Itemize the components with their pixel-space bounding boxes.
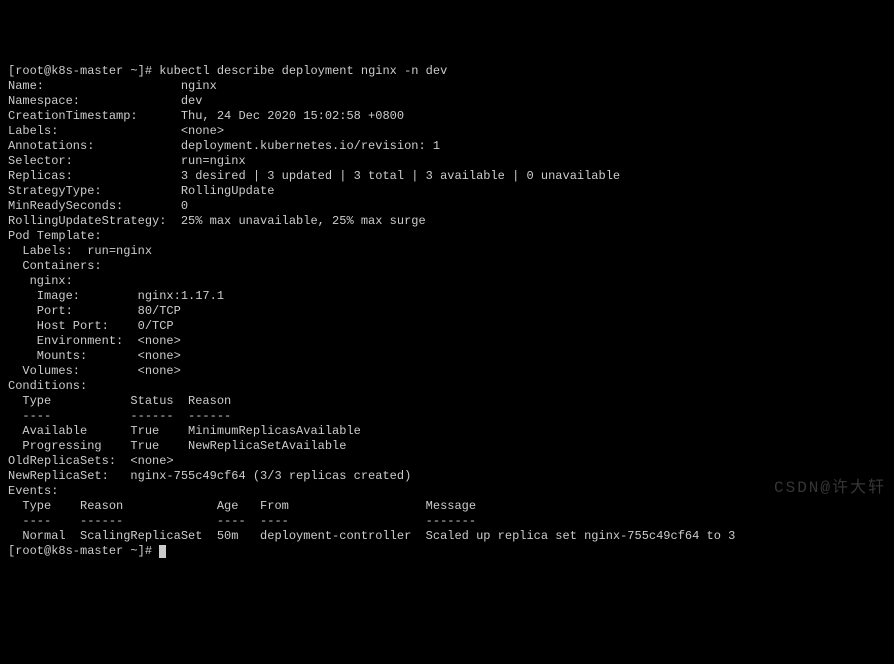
conditions-header: Conditions: <box>8 379 87 393</box>
field-value: <none> <box>138 334 181 348</box>
field-value: 0/TCP <box>138 319 174 333</box>
field-name: Labels: <box>8 124 181 138</box>
field-name: MinReadySeconds: <box>8 199 181 213</box>
condition-row: Available True MinimumReplicasAvailable <box>8 424 361 438</box>
terminal-output: [root@k8s-master ~]# kubectl describe de… <box>8 64 886 559</box>
events-divider: ---- ------ ---- ---- ------- <box>8 514 476 528</box>
field-value: RollingUpdate <box>181 184 275 198</box>
events-columns: Type Reason Age From Message <box>8 499 476 513</box>
field-value: run=nginx <box>181 154 246 168</box>
pod-template-header: Pod Template: <box>8 229 102 243</box>
field-name: Replicas: <box>8 169 181 183</box>
field-name: StrategyType: <box>8 184 181 198</box>
field-name: Host Port: <box>8 319 138 333</box>
container-name: nginx: <box>8 274 73 288</box>
field-name: Annotations: <box>8 139 181 153</box>
pod-labels: Labels: run=nginx <box>8 244 152 258</box>
field-name: Port: <box>8 304 138 318</box>
field-value: dev <box>181 94 203 108</box>
field-value: nginx:1.17.1 <box>138 289 224 303</box>
field-value: 0 <box>181 199 188 213</box>
cursor-icon[interactable] <box>159 545 166 558</box>
field-name: RollingUpdateStrategy: <box>8 214 181 228</box>
events-header: Events: <box>8 484 58 498</box>
prompt[interactable]: [root@k8s-master ~]# <box>8 544 159 558</box>
field-value: 80/TCP <box>138 304 181 318</box>
condition-row: Progressing True NewReplicaSetAvailable <box>8 439 346 453</box>
field-value: 3 desired | 3 updated | 3 total | 3 avai… <box>181 169 620 183</box>
field-name: Name: <box>8 79 181 93</box>
field-name: Selector: <box>8 154 181 168</box>
field-name: Environment: <box>8 334 138 348</box>
field-value: deployment.kubernetes.io/revision: 1 <box>181 139 440 153</box>
old-replicasets: OldReplicaSets: <none> <box>8 454 174 468</box>
conditions-divider: ---- ------ ------ <box>8 409 231 423</box>
field-value: nginx <box>181 79 217 93</box>
conditions-columns: Type Status Reason <box>8 394 231 408</box>
event-row: Normal ScalingReplicaSet 50m deployment-… <box>8 529 735 543</box>
containers-header: Containers: <box>8 259 102 273</box>
field-name: Namespace: <box>8 94 181 108</box>
new-replicaset: NewReplicaSet: nginx-755c49cf64 (3/3 rep… <box>8 469 411 483</box>
prompt: [root@k8s-master ~]# <box>8 64 159 78</box>
field-name: Image: <box>8 289 138 303</box>
watermark: CSDN@许大轩 <box>774 481 886 496</box>
field-value: Thu, 24 Dec 2020 15:02:58 +0800 <box>181 109 404 123</box>
field-value: 25% max unavailable, 25% max surge <box>181 214 426 228</box>
field-value: <none> <box>181 124 224 138</box>
field-name: CreationTimestamp: <box>8 109 181 123</box>
command: kubectl describe deployment nginx -n dev <box>159 64 447 78</box>
field-name: Mounts: <box>8 349 138 363</box>
volumes: Volumes: <none> <box>8 364 181 378</box>
field-value: <none> <box>138 349 181 363</box>
